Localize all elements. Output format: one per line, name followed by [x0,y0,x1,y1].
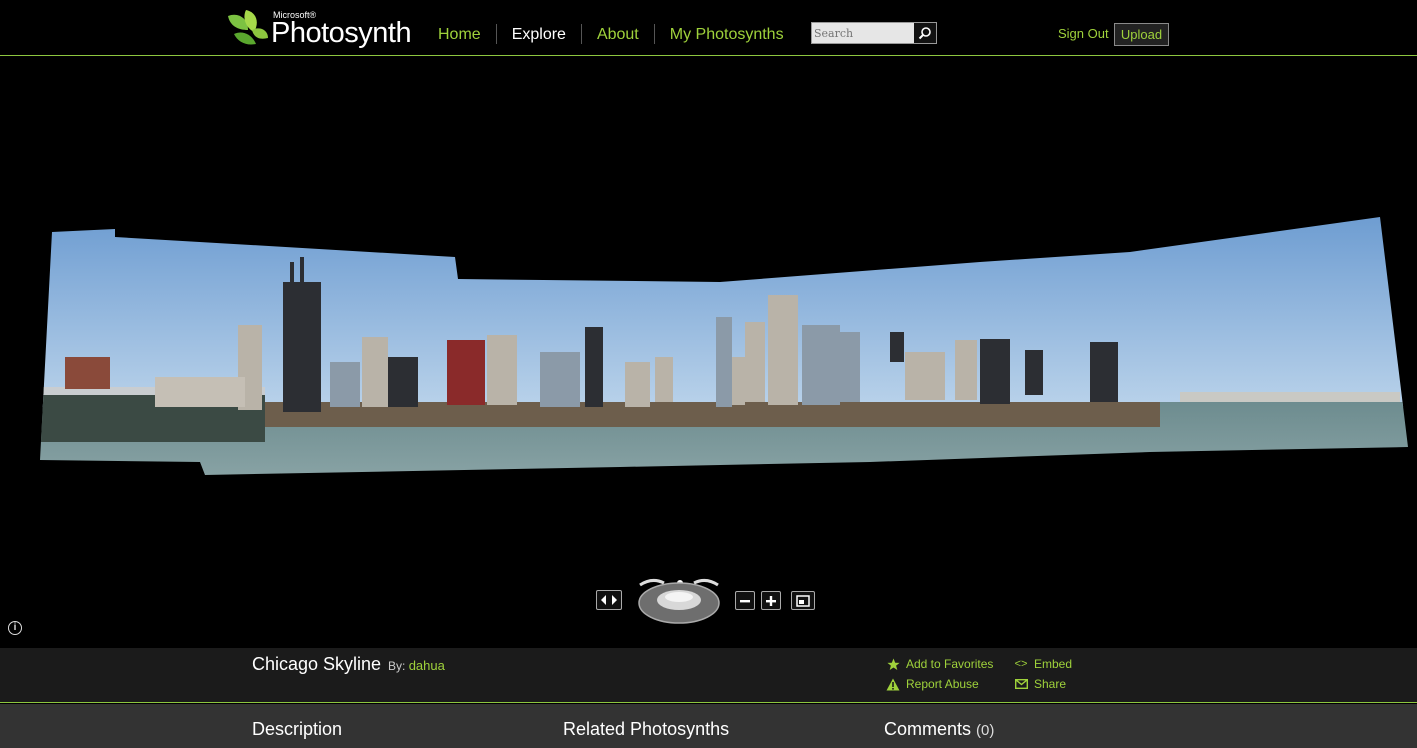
embed-label: Embed [1034,657,1073,671]
navigation-dial-icon[interactable] [632,577,726,625]
tab-comments[interactable]: Comments (0) [884,719,994,740]
warning-icon [886,677,900,691]
minus-icon [740,599,750,602]
synth-title: Chicago Skyline [252,654,382,674]
synth-info-bar: Chicago Skyline By: dahua Add to Favorit… [0,648,1417,703]
fullscreen-button[interactable] [791,591,815,610]
plus-icon [766,595,776,606]
comments-count: (0) [976,722,995,739]
zoom-in-button[interactable] [761,591,781,610]
report-abuse-label: Report Abuse [906,677,979,691]
photosynth-logo[interactable]: Microsoft® Photosynth [226,6,412,50]
star-icon [886,657,900,671]
upload-button[interactable]: Upload [1114,23,1169,46]
search-box [811,22,937,44]
zoom-out-button[interactable] [735,591,755,610]
main-nav: Home Explore About My Photosynths [424,24,799,44]
nav-home[interactable]: Home [424,24,496,44]
info-icon[interactable]: i [8,621,22,635]
fullscreen-icon [796,594,810,607]
viewer-controls [596,577,818,637]
tab-related-photosynths[interactable]: Related Photosynths [563,719,729,740]
search-button[interactable] [914,23,936,43]
leaf-logo-icon [228,10,268,45]
synth-viewer[interactable]: i [0,57,1417,648]
share-label: Share [1034,677,1067,691]
logo-brand-text: Photosynth [271,17,412,49]
by-label: By: [388,659,406,673]
report-abuse-link[interactable]: Report Abuse [886,677,979,691]
nav-my-photosynths[interactable]: My Photosynths [653,24,799,44]
author-line: By: dahua [388,658,445,673]
embed-link[interactable]: <> Embed [1014,657,1072,671]
search-icon [918,27,931,40]
sign-out-link[interactable]: Sign Out [1058,26,1109,41]
envelope-icon [1014,677,1028,691]
site-header: Microsoft® Photosynth Home Explore About… [0,0,1417,56]
nav-explore[interactable]: Explore [495,24,581,44]
panorama-image[interactable] [0,57,1417,648]
add-to-favorites-link[interactable]: Add to Favorites [886,657,993,671]
tab-description[interactable]: Description [252,719,342,740]
share-link[interactable]: Share [1014,677,1066,691]
comments-label: Comments [884,719,972,739]
search-input[interactable] [814,24,914,42]
add-to-favorites-label: Add to Favorites [906,657,994,671]
code-brackets-icon: <> [1014,658,1028,670]
author-link[interactable]: dahua [409,658,445,673]
arrows-left-right-icon [601,595,617,605]
detail-tabs: Description Related Photosynths Comments… [0,704,1417,748]
toggle-3d-button[interactable] [596,590,622,610]
nav-about[interactable]: About [580,24,654,44]
